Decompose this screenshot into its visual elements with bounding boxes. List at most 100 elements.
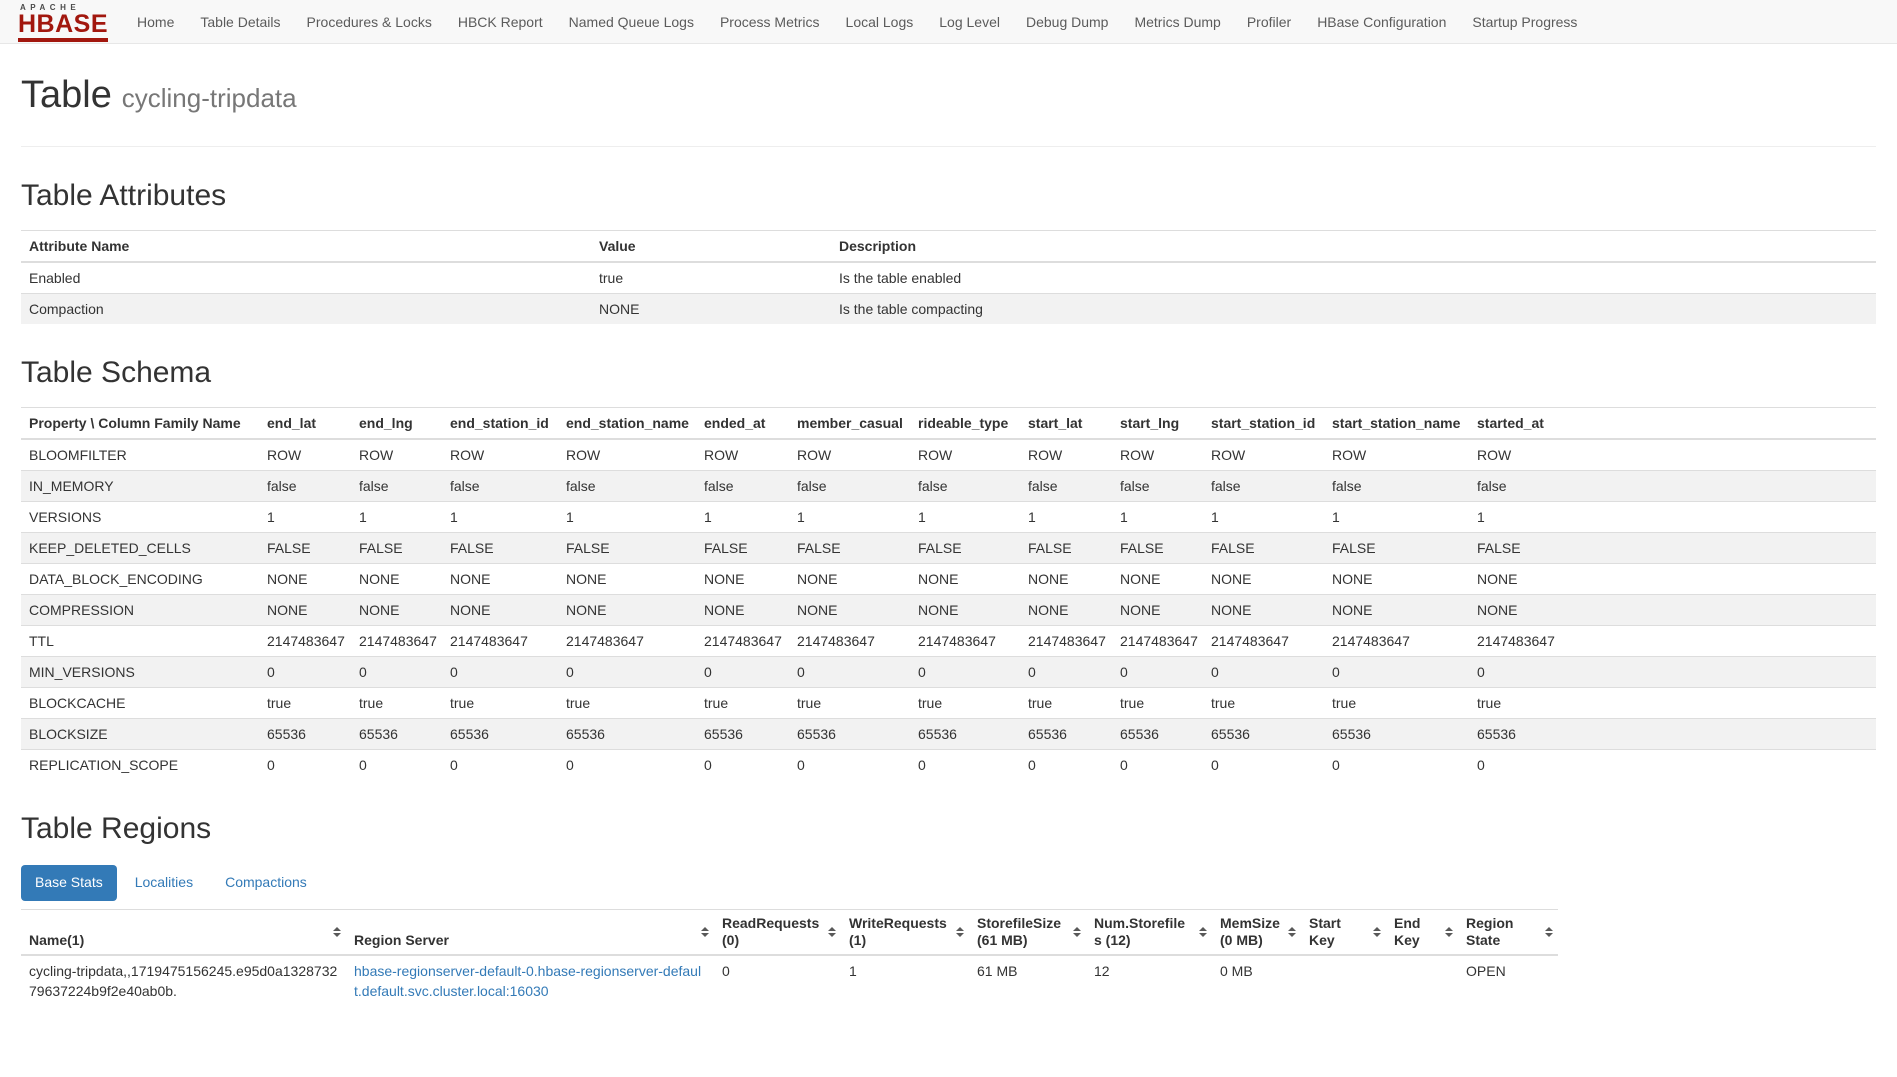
schema-value-cell: ROW <box>259 439 351 471</box>
schema-value-cell: 0 <box>910 749 1020 780</box>
sort-icon[interactable] <box>1445 927 1453 937</box>
schema-value-cell: 2147483647 <box>1324 625 1469 656</box>
schema-value-cell: false <box>259 470 351 501</box>
regions-col-readrequests-0[interactable]: ReadRequests (0) <box>714 909 841 955</box>
schema-value-cell: false <box>351 470 442 501</box>
schema-table: Property \ Column Family Nameend_latend_… <box>21 407 1876 780</box>
schema-value-cell: 0 <box>259 656 351 687</box>
attributes-table: Attribute NameValueDescription Enabledtr… <box>21 230 1876 324</box>
schema-value-cell: ROW <box>442 439 558 471</box>
sort-icon[interactable] <box>1073 927 1081 937</box>
nav-item-named-queue-logs[interactable]: Named Queue Logs <box>556 0 707 44</box>
column-label: End Key <box>1394 915 1420 948</box>
regions-col-memsize-0-mb[interactable]: MemSize (0 MB) <box>1212 909 1301 955</box>
schema-value-cell: 1 <box>910 501 1020 532</box>
schema-value-cell: 0 <box>1324 656 1469 687</box>
schema-value-cell: true <box>1469 687 1673 718</box>
schema-row-spacer <box>1673 532 1877 563</box>
schema-value-cell: true <box>1324 687 1469 718</box>
nav-item-home[interactable]: Home <box>124 0 187 44</box>
schema-family-start-lng: start_lng <box>1112 407 1203 439</box>
regions-col-end-key[interactable]: End Key <box>1386 909 1458 955</box>
sort-icon[interactable] <box>333 927 341 937</box>
schema-value-cell: 65536 <box>1324 718 1469 749</box>
nav-item-hbase-configuration[interactable]: HBase Configuration <box>1304 0 1459 44</box>
attribute-cell: NONE <box>591 294 831 325</box>
schema-value-cell: 65536 <box>696 718 789 749</box>
schema-property-name: BLOCKCACHE <box>21 687 259 718</box>
top-navbar: APACHE HBASE HomeTable DetailsProcedures… <box>0 0 1897 44</box>
schema-value-cell: NONE <box>351 563 442 594</box>
nav-item-local-logs[interactable]: Local Logs <box>833 0 927 44</box>
schema-value-cell: ROW <box>789 439 910 471</box>
region-server-link[interactable]: hbase-regionserver-default-0.hbase-regio… <box>354 963 701 999</box>
title-divider <box>21 146 1876 147</box>
nav-item-startup-progress[interactable]: Startup Progress <box>1459 0 1590 44</box>
sort-icon[interactable] <box>1288 927 1296 937</box>
schema-property-name: BLOOMFILTER <box>21 439 259 471</box>
schema-heading: Table Schema <box>21 352 1876 395</box>
schema-value-cell: 0 <box>789 656 910 687</box>
tab-compactions[interactable]: Compactions <box>211 865 321 901</box>
schema-value-cell: 2147483647 <box>789 625 910 656</box>
schema-value-cell: true <box>558 687 696 718</box>
sort-icon[interactable] <box>828 927 836 937</box>
regions-col-storefilesize-61-mb[interactable]: StorefileSize (61 MB) <box>969 909 1086 955</box>
schema-row-spacer <box>1673 625 1877 656</box>
sort-icon[interactable] <box>1545 927 1553 937</box>
regions-col-region-state[interactable]: Region State <box>1458 909 1558 955</box>
schema-value-cell: FALSE <box>442 532 558 563</box>
sort-icon[interactable] <box>701 927 709 937</box>
schema-value-cell: 2147483647 <box>1112 625 1203 656</box>
attributes-col-attribute-name: Attribute Name <box>21 231 591 263</box>
tab-localities[interactable]: Localities <box>121 865 207 901</box>
sort-icon[interactable] <box>1373 927 1381 937</box>
schema-value-cell: 0 <box>259 749 351 780</box>
schema-value-cell: 1 <box>1324 501 1469 532</box>
schema-value-cell: false <box>696 470 789 501</box>
schema-value-cell: 2147483647 <box>442 625 558 656</box>
attribute-cell: true <box>591 262 831 294</box>
nav-item-metrics-dump[interactable]: Metrics Dump <box>1121 0 1233 44</box>
nav-item-hbck-report[interactable]: HBCK Report <box>445 0 556 44</box>
sort-icon[interactable] <box>956 927 964 937</box>
nav-item-log-level[interactable]: Log Level <box>926 0 1013 44</box>
schema-property-name: REPLICATION_SCOPE <box>21 749 259 780</box>
regions-col-region-server[interactable]: Region Server <box>346 909 714 955</box>
schema-property-name: BLOCKSIZE <box>21 718 259 749</box>
schema-property-name: KEEP_DELETED_CELLS <box>21 532 259 563</box>
nav-item-profiler[interactable]: Profiler <box>1234 0 1304 44</box>
schema-family-start-station-name: start_station_name <box>1324 407 1469 439</box>
schema-family-end-lat: end_lat <box>259 407 351 439</box>
nav-item-table-details[interactable]: Table Details <box>187 0 293 44</box>
region-row: cycling-tripdata,,1719475156245.e95d0a13… <box>21 955 1558 1006</box>
schema-family-started-at: started_at <box>1469 407 1673 439</box>
schema-value-cell: false <box>558 470 696 501</box>
schema-value-cell: 1 <box>351 501 442 532</box>
tab-base-stats[interactable]: Base Stats <box>21 865 117 901</box>
regions-col-start-key[interactable]: Start Key <box>1301 909 1386 955</box>
column-label: ReadRequests (0) <box>722 915 819 948</box>
sort-icon[interactable] <box>1199 927 1207 937</box>
logo-hbase-text: HBASE <box>18 12 108 42</box>
region-region-state: OPEN <box>1458 955 1558 1006</box>
schema-value-cell: NONE <box>259 563 351 594</box>
schema-value-cell: FALSE <box>1203 532 1324 563</box>
regions-col-num-storefiles-12[interactable]: Num.Storefiles (12) <box>1086 909 1212 955</box>
region-server: hbase-regionserver-default-0.hbase-regio… <box>346 955 714 1006</box>
schema-value-cell: 2147483647 <box>351 625 442 656</box>
region-read-requests: 0 <box>714 955 841 1006</box>
schema-value-cell: true <box>259 687 351 718</box>
nav-item-procedures-locks[interactable]: Procedures & Locks <box>294 0 445 44</box>
column-label: MemSize (0 MB) <box>1220 915 1280 948</box>
region-mem-size: 0 MB <box>1212 955 1301 1006</box>
nav-item-process-metrics[interactable]: Process Metrics <box>707 0 833 44</box>
schema-value-cell: 2147483647 <box>1203 625 1324 656</box>
nav-item-debug-dump[interactable]: Debug Dump <box>1013 0 1122 44</box>
schema-value-cell: 2147483647 <box>910 625 1020 656</box>
schema-value-cell: NONE <box>910 563 1020 594</box>
regions-col-writerequests-1[interactable]: WriteRequests (1) <box>841 909 969 955</box>
schema-value-cell: FALSE <box>910 532 1020 563</box>
regions-col-name-1[interactable]: Name(1) <box>21 909 346 955</box>
hbase-logo[interactable]: APACHE HBASE <box>10 1 116 43</box>
